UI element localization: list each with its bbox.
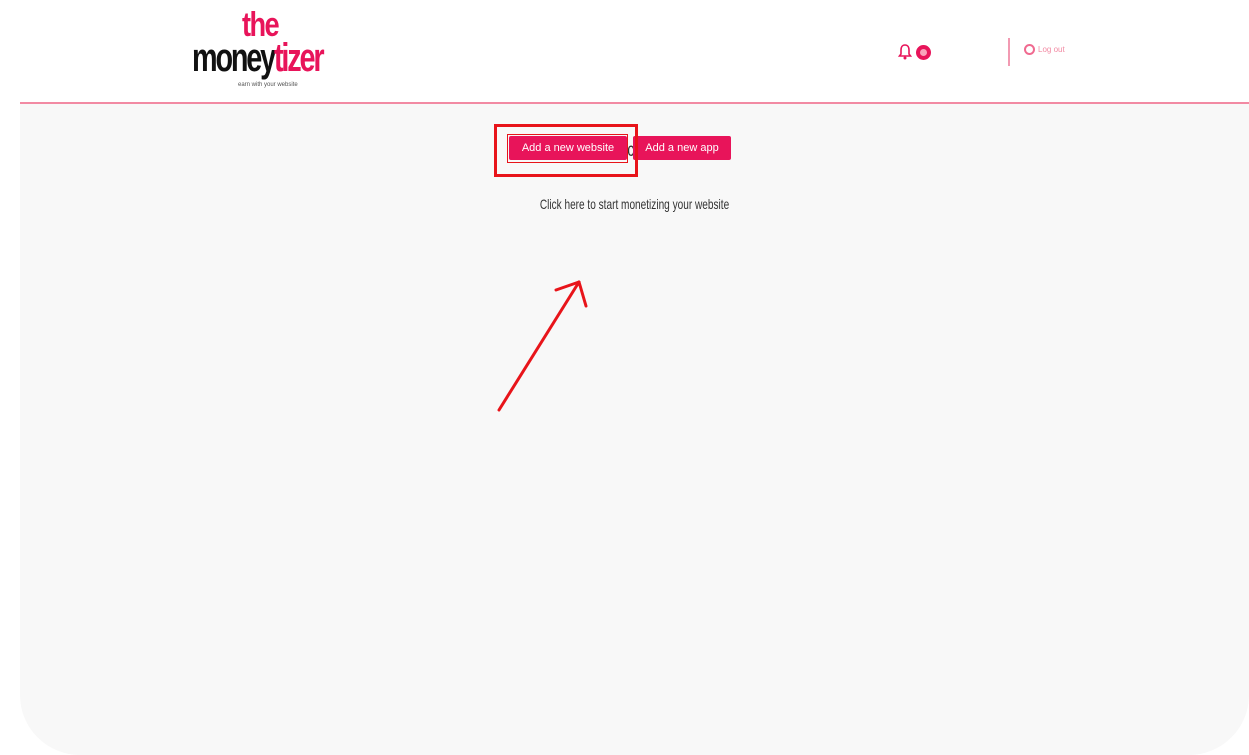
logout-label: Log out [1038, 45, 1065, 54]
app-frame: the money tizer earn with your website L… [0, 0, 1249, 755]
annotation-highlight-inner [507, 134, 628, 163]
header-icons [897, 42, 931, 62]
logo-money: money [192, 36, 276, 80]
main-content: Welcome! Click here to start monetizing … [20, 104, 1249, 755]
header-divider [1008, 38, 1010, 66]
monetizer-logo[interactable]: the money tizer earn with your website [192, 8, 362, 90]
logo-tagline: earn with your website [238, 82, 298, 88]
add-app-button[interactable]: Add a new app [633, 136, 731, 160]
power-icon [1024, 44, 1035, 55]
gear-icon[interactable] [916, 44, 931, 60]
logo-tizer: tizer [274, 36, 325, 80]
page-subtitle: Click here to start monetizing your webs… [539, 196, 730, 212]
logout-button[interactable]: Log out [1024, 44, 1065, 55]
bell-icon[interactable] [897, 44, 913, 60]
